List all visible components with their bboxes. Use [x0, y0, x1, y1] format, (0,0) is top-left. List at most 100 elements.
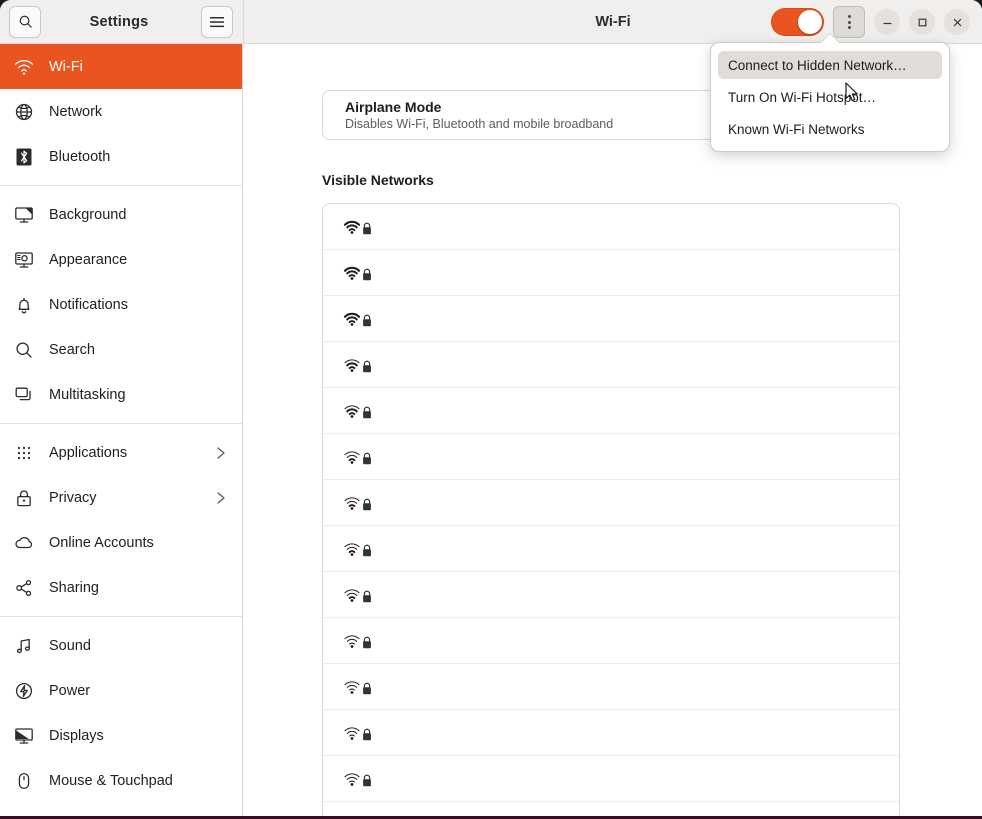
popover-item-turn-on-wi-fi-hotspot[interactable]: Turn On Wi-Fi Hotspot…: [718, 83, 942, 111]
minimize-button[interactable]: [874, 9, 900, 35]
maximize-button[interactable]: [909, 9, 935, 35]
sidebar-item-network[interactable]: Network: [0, 89, 242, 134]
network-row[interactable]: [323, 710, 899, 756]
sidebar-item-wi-fi[interactable]: Wi-Fi: [0, 44, 242, 89]
keyboard-icon: [13, 815, 35, 819]
network-icon: [13, 101, 35, 123]
sidebar-separator: [0, 423, 242, 424]
network-icons: [343, 541, 372, 557]
sidebar-item-label: Notifications: [49, 296, 128, 313]
close-icon: [953, 18, 961, 26]
network-icons: [343, 403, 372, 419]
lock-icon: [363, 222, 371, 234]
power-icon: [15, 682, 33, 699]
network-icons: [343, 495, 372, 511]
sidebar-item-multitasking[interactable]: Multitasking: [0, 372, 242, 417]
mouse-icon: [13, 770, 35, 792]
network-icons: [343, 357, 372, 373]
network-icon: [15, 103, 33, 120]
appearance-icon: [15, 251, 33, 268]
sidebar-item-mouse-touchpad[interactable]: Mouse & Touchpad: [0, 758, 242, 803]
close-button[interactable]: [944, 9, 970, 35]
popover-item-connect-to-hidden-network[interactable]: Connect to Hidden Network…: [718, 51, 942, 79]
content-header: Wi-Fi: [243, 0, 982, 44]
background-icon: [13, 204, 35, 226]
network-icons: [343, 265, 372, 281]
network-row[interactable]: [323, 664, 899, 710]
maximize-icon: [918, 18, 926, 26]
sidebar-item-label: Applications: [49, 444, 128, 461]
sidebar-item-appearance[interactable]: Appearance: [0, 237, 242, 282]
popover-item-known-wi-fi-networks[interactable]: Known Wi-Fi Networks: [718, 115, 942, 143]
wifi-signal-icon: [344, 726, 360, 740]
wifi-signal-icon: [344, 450, 360, 464]
network-row[interactable]: [323, 434, 899, 480]
wifi-signal-icon: [344, 496, 360, 510]
network-icons: [343, 771, 372, 787]
network-row[interactable]: [323, 480, 899, 526]
hamburger-icon: [210, 16, 224, 27]
settings-window: Settings Wi-Fi Wi-Fi Network Bluetooth B…: [0, 0, 982, 819]
network-icons: [343, 633, 372, 649]
sidebar-item-sound[interactable]: Sound: [0, 623, 242, 668]
multitasking-icon: [15, 387, 31, 400]
network-row[interactable]: [323, 204, 899, 250]
applications-icon: [17, 446, 31, 459]
appearance-icon: [13, 249, 35, 271]
bell-icon: [13, 294, 35, 316]
sidebar-item-label: Mouse & Touchpad: [49, 772, 173, 789]
sidebar-item-online-accounts[interactable]: Online Accounts: [0, 520, 242, 565]
wifi-icon: [13, 56, 35, 78]
sidebar-item-privacy[interactable]: Privacy: [0, 475, 242, 520]
wifi-signal-icon: [344, 358, 360, 372]
network-row[interactable]: [323, 572, 899, 618]
sidebar-item-label: Bluetooth: [49, 148, 111, 165]
sidebar-item-applications[interactable]: Applications: [0, 430, 242, 475]
chevron-right-icon: [216, 446, 226, 460]
network-row[interactable]: [323, 756, 899, 802]
bluetooth-icon: [16, 148, 32, 165]
network-row[interactable]: [323, 250, 899, 296]
sidebar-item-power[interactable]: Power: [0, 668, 242, 713]
sidebar[interactable]: Wi-Fi Network Bluetooth Background Appearanc…: [0, 44, 243, 819]
search-icon: [13, 339, 35, 361]
visible-networks-list[interactable]: [322, 203, 900, 816]
wifi-icon: [14, 59, 34, 75]
sidebar-separator: [0, 185, 242, 186]
lock-icon: [363, 590, 371, 602]
lock-icon: [363, 314, 371, 326]
lock-icon: [363, 636, 371, 648]
sidebar-item-sharing[interactable]: Sharing: [0, 565, 242, 610]
wifi-enable-toggle[interactable]: [771, 8, 824, 36]
bell-icon: [18, 297, 30, 313]
wifi-options-popover[interactable]: Connect to Hidden Network… Turn On Wi-Fi …: [710, 42, 950, 152]
multitasking-icon: [13, 384, 35, 406]
sidebar-item-label: Network: [49, 103, 103, 120]
keyboard-icon: [14, 816, 34, 819]
lock-icon: [363, 498, 371, 510]
network-row[interactable]: [323, 526, 899, 572]
sidebar-item-label: Sound: [49, 637, 91, 654]
lock-icon: [13, 487, 35, 509]
network-row[interactable]: [323, 388, 899, 434]
lock-icon: [363, 268, 371, 280]
network-row[interactable]: [323, 296, 899, 342]
sidebar-item-background[interactable]: Background: [0, 192, 242, 237]
sidebar-item-label: Wi-Fi: [49, 58, 83, 75]
sidebar-item-displays[interactable]: Displays: [0, 713, 242, 758]
network-row[interactable]: [323, 618, 899, 664]
visible-networks-heading: Visible Networks: [322, 172, 434, 188]
main-menu-button[interactable]: [201, 5, 233, 38]
sidebar-item-notifications[interactable]: Notifications: [0, 282, 242, 327]
lock-icon: [363, 544, 371, 556]
wifi-signal-icon: [343, 220, 361, 234]
sidebar-item-bluetooth[interactable]: Bluetooth: [0, 134, 242, 179]
sidebar-item-label: Multitasking: [49, 386, 126, 403]
sidebar-item-keyboard[interactable]: Keyboard: [0, 803, 242, 819]
settings-title: Settings: [89, 13, 149, 30]
network-icons: [343, 725, 372, 741]
network-row[interactable]: [323, 342, 899, 388]
sidebar-item-search[interactable]: Search: [0, 327, 242, 372]
displays-icon: [13, 725, 35, 747]
share-icon: [13, 577, 35, 599]
